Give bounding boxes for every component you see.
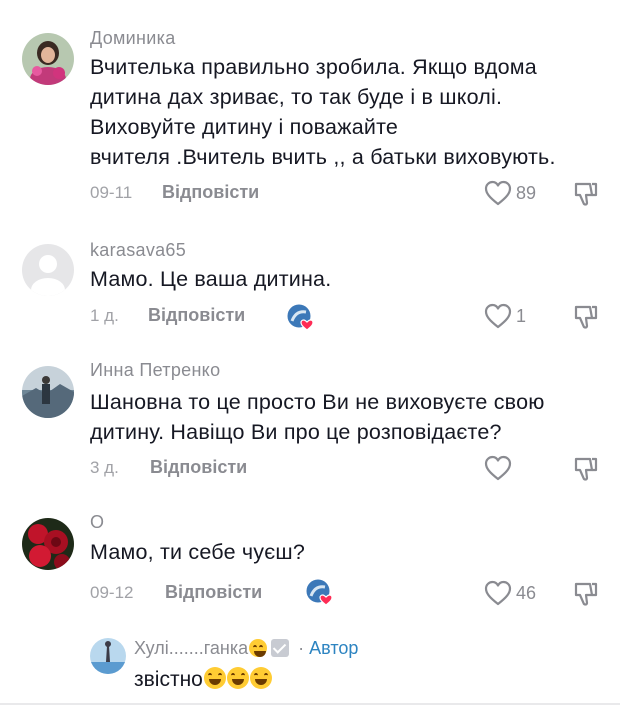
reply-text: звістно: [134, 667, 272, 692]
comment-item: О Мамо, ти себе чуєш? 09-12 Відповісти 4…: [0, 500, 620, 620]
default-avatar-icon: [22, 244, 74, 296]
comment-username[interactable]: Доминика: [90, 28, 176, 49]
reply-text-content: звістно: [134, 668, 203, 691]
like-count: 1: [516, 305, 527, 326]
laughing-emoji-icon: [226, 667, 249, 689]
comment-text: Вчителька правильно зробила. Якщо вдома …: [90, 52, 610, 172]
thumbs-down-icon: [574, 305, 598, 329]
avatar-image: [22, 33, 74, 85]
comment-text-line: Мамо. Це ваша дитина.: [90, 267, 332, 291]
reply-username[interactable]: Хулі.......ганка: [134, 638, 248, 658]
avatar[interactable]: [22, 518, 74, 570]
reply-button[interactable]: Відповісти: [148, 305, 245, 326]
like-count: 89: [516, 182, 537, 203]
creator-liked-badge: [286, 303, 314, 331]
avatar-image: [22, 366, 74, 418]
comment-text-line: дитина дах зриває, то так буде і в школі…: [90, 85, 503, 109]
thumbs-down-icon: [574, 582, 598, 606]
heart-icon: [484, 580, 512, 606]
comment-item: Инна Петренко Шановна то це просто Ви не…: [0, 350, 620, 500]
like-button[interactable]: 89: [484, 180, 536, 206]
comment-username[interactable]: karasava65: [90, 240, 186, 261]
like-button[interactable]: 1: [484, 303, 526, 329]
heart-icon: [484, 303, 512, 329]
comment-date: 09-12: [90, 583, 134, 602]
reply-item: Хулі.......ганка · Автор звістно: [0, 620, 620, 705]
laughing-emoji-icon: [249, 667, 272, 689]
reply-button[interactable]: Відповісти: [165, 582, 262, 603]
comment-text-line: дитину. Навіщо Ви про це розповідаєте?: [90, 420, 502, 444]
avatar-image: [22, 518, 74, 570]
like-count: 46: [516, 582, 537, 603]
comment-item: karasava65 Мамо. Це ваша дитина. 1 д. Ві…: [0, 230, 620, 350]
comment-text-line: Мамо, ти себе чуєш?: [90, 540, 306, 564]
creator-liked-badge: [305, 578, 333, 606]
comment-date: 1 д.: [90, 306, 119, 325]
separator-dot: ·: [298, 638, 305, 658]
comment-text-line: Шановна то це просто Ви не виховуєте сво…: [90, 390, 545, 414]
reply-header: Хулі.......ганка · Автор: [134, 638, 358, 659]
avatar-image: [90, 638, 126, 674]
laughing-emoji-icon: [249, 639, 268, 657]
dislike-button[interactable]: [572, 581, 600, 612]
comment-date: 09-11: [90, 183, 133, 202]
comment-text: Мамо. Це ваша дитина.: [90, 264, 610, 294]
bottom-divider: [0, 703, 620, 705]
reply-button[interactable]: Відповісти: [162, 182, 259, 203]
comment-text-line: Вчителька правильно зробила. Якщо вдома: [90, 55, 537, 79]
avatar[interactable]: [22, 366, 74, 418]
comment-username[interactable]: Инна Петренко: [90, 360, 220, 381]
like-button[interactable]: [484, 455, 516, 481]
dislike-button[interactable]: [572, 456, 600, 487]
like-button[interactable]: 46: [484, 580, 536, 606]
heart-icon: [484, 455, 512, 481]
avatar[interactable]: [90, 638, 126, 674]
heart-icon: [484, 180, 512, 206]
creator-liked-icon: [286, 303, 314, 331]
comment-text-line: вчителя .Вчитель вчить ,, а батьки вихов…: [90, 145, 556, 169]
thumbs-down-icon: [574, 457, 598, 481]
comment-date: 3 д.: [90, 458, 119, 477]
reply-button[interactable]: Відповісти: [150, 457, 247, 478]
laughing-emoji-icon: [203, 667, 226, 689]
comment-text-line: Виховуйте дитину і поважайте: [90, 115, 399, 139]
comment-item: Доминика Вчителька правильно зробила. Як…: [0, 0, 620, 230]
avatar[interactable]: [22, 33, 74, 85]
thumbs-down-icon: [574, 182, 598, 206]
creator-liked-icon: [305, 578, 333, 606]
dislike-button[interactable]: [572, 181, 600, 212]
comment-text: Шановна то це просто Ви не виховуєте сво…: [90, 387, 610, 447]
comment-text: Мамо, ти себе чуєш?: [90, 537, 610, 567]
dislike-button[interactable]: [572, 304, 600, 335]
author-badge: Автор: [309, 638, 359, 658]
checkmark-box-icon: [271, 639, 290, 657]
avatar[interactable]: [22, 244, 74, 296]
comment-username[interactable]: О: [90, 512, 104, 533]
